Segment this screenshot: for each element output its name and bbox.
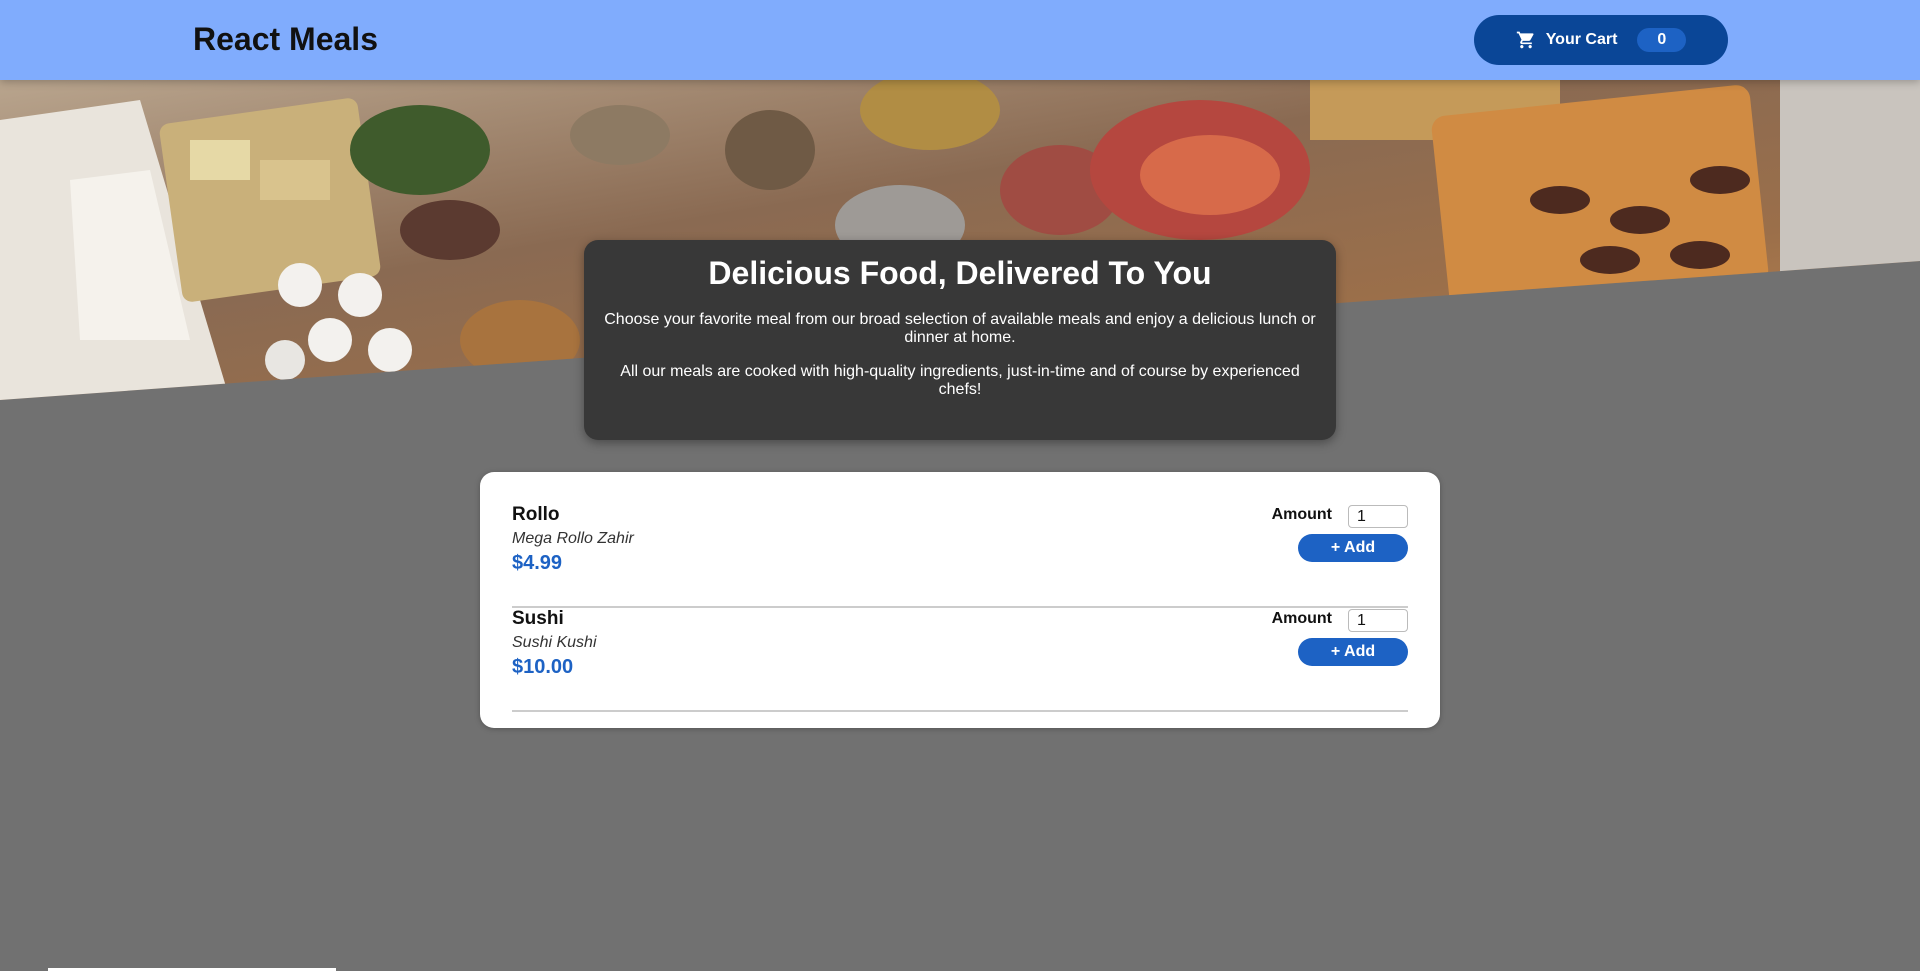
meal-price: $4.99 xyxy=(512,552,563,574)
meal-item-sushi: Sushi Sushi Kushi $10.00 Amount + Add xyxy=(512,608,1408,712)
summary-title: Delicious Food, Delivered To You xyxy=(708,255,1212,291)
amount-label: Amount xyxy=(1271,610,1332,627)
cart-button[interactable]: Your Cart 0 xyxy=(1474,15,1728,65)
page: React Meals Your Cart 0 Delicious Food, … xyxy=(0,0,1920,971)
meals-list: Rollo Mega Rollo Zahir $4.99 Amount + Ad… xyxy=(480,472,1440,728)
cart-label: Your Cart xyxy=(1545,31,1618,48)
add-button[interactable]: + Add xyxy=(1298,638,1408,666)
meal-name: Rollo xyxy=(512,504,560,525)
cart-icon xyxy=(1516,30,1536,50)
meals-summary: Delicious Food, Delivered To You Choose … xyxy=(584,240,1336,440)
amount-input[interactable] xyxy=(1348,609,1408,632)
summary-paragraph-2: All our meals are cooked with high-quali… xyxy=(620,363,1300,399)
summary-paragraph-1: Choose your favorite meal from our broad… xyxy=(604,311,1316,347)
meal-name: Sushi xyxy=(512,608,564,629)
add-button[interactable]: + Add xyxy=(1298,534,1408,562)
meal-price: $10.00 xyxy=(512,656,574,678)
meal-description: Mega Rollo Zahir xyxy=(512,530,634,547)
meal-item-rollo: Rollo Mega Rollo Zahir $4.99 Amount + Ad… xyxy=(512,504,1408,608)
meal-description: Sushi Kushi xyxy=(512,634,597,651)
app-title: React Meals xyxy=(193,21,378,57)
amount-label: Amount xyxy=(1271,506,1332,523)
cart-count-badge: 0 xyxy=(1637,28,1687,52)
header: React Meals Your Cart 0 xyxy=(0,0,1920,80)
amount-input[interactable] xyxy=(1348,505,1408,528)
